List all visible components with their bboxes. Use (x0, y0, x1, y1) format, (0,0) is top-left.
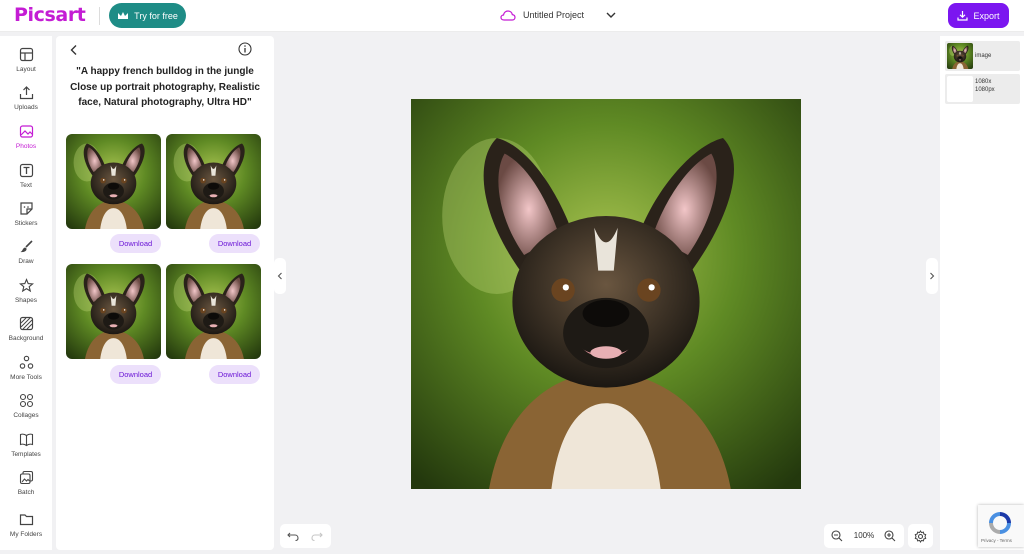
recaptcha-icon (989, 512, 1011, 534)
download-icon (957, 11, 969, 21)
tool-label: Photos (15, 143, 37, 150)
layer-thumbnail (947, 43, 973, 69)
star-icon (18, 278, 34, 293)
picsart-logo[interactable]: Picsart (14, 4, 86, 26)
layer-label: 1080x 1080px (975, 79, 995, 93)
brush-icon (20, 240, 33, 253)
expand-layers-button[interactable] (926, 258, 938, 294)
book-icon (19, 433, 33, 447)
tool-photos[interactable]: Photos (0, 122, 52, 158)
generated-image-thumbnail[interactable] (166, 264, 261, 359)
divider (99, 7, 100, 25)
try-for-free-button[interactable]: Try for free (109, 3, 186, 28)
settings-button[interactable] (908, 524, 933, 548)
layer-background[interactable]: 1080x 1080px (945, 74, 1020, 104)
chevron-left-icon (277, 272, 282, 280)
left-toolbar: Layout Uploads Photos Text Stickers Draw… (0, 36, 52, 550)
more-tools-icon (19, 355, 33, 369)
tool-collages[interactable]: Collages (0, 391, 52, 427)
french-bulldog-image (66, 264, 161, 359)
prompt-text: "A happy french bulldog in the jungle Cl… (70, 66, 260, 108)
generated-image-thumbnail[interactable] (66, 264, 161, 359)
tool-label: Templates (11, 451, 41, 458)
undo-icon[interactable] (287, 530, 299, 542)
chevron-right-icon (930, 272, 935, 280)
generated-image-thumbnail[interactable] (166, 134, 261, 229)
download-button[interactable]: Download (209, 234, 260, 253)
download-button[interactable]: Download (110, 234, 161, 253)
gear-icon (914, 530, 927, 543)
layer-thumbnail (947, 76, 973, 102)
project-title: Untitled Project (523, 10, 585, 20)
recaptcha-links[interactable]: Privacy - Terms (981, 538, 1012, 543)
export-button[interactable]: Export (948, 3, 1009, 28)
upload-icon (19, 86, 33, 100)
redo-icon[interactable] (311, 530, 323, 542)
tool-label: More Tools (10, 374, 42, 381)
text-icon (19, 163, 33, 178)
tool-my-folders[interactable]: My Folders (0, 510, 52, 546)
recaptcha-badge[interactable]: Privacy - Terms (978, 505, 1024, 547)
french-bulldog-image (66, 134, 161, 229)
generated-image-thumbnail[interactable] (66, 134, 161, 229)
top-bar: Picsart Try for free Untitled Project Ex… (0, 0, 1024, 32)
french-bulldog-image (411, 99, 801, 489)
chevron-down-icon (606, 12, 616, 18)
download-button[interactable]: Download (209, 365, 260, 384)
tool-label: Collages (13, 412, 39, 419)
info-icon[interactable] (238, 42, 252, 56)
layers-panel: image 1080x 1080px (940, 36, 1024, 550)
collage-icon (19, 393, 33, 408)
folder-icon (19, 514, 33, 526)
tool-templates[interactable]: Templates (0, 430, 52, 466)
back-arrow-icon[interactable] (68, 44, 80, 56)
tool-layout[interactable]: Layout (0, 45, 52, 81)
tool-background[interactable]: Background (0, 314, 52, 350)
layer-label: image (975, 53, 992, 59)
zoom-out-icon[interactable] (831, 530, 843, 542)
tool-label: Text (20, 182, 32, 189)
photo-icon (19, 125, 33, 138)
cloud-icon (500, 9, 516, 21)
layout-icon (19, 47, 33, 62)
undo-redo-controls (280, 524, 331, 548)
tool-label: Draw (18, 258, 34, 265)
tool-label: Uploads (14, 104, 38, 111)
tool-label: My Folders (9, 531, 43, 538)
zoom-level[interactable]: 100% (851, 531, 877, 540)
export-label: Export (973, 10, 1000, 21)
tool-label: Stickers (14, 220, 38, 227)
tool-shapes[interactable]: Shapes (0, 276, 52, 312)
sticker-icon (19, 202, 33, 215)
tool-more-tools[interactable]: More Tools (0, 353, 52, 389)
tool-label: Batch (17, 489, 35, 496)
french-bulldog-image (947, 43, 973, 69)
tool-label: Shapes (14, 297, 38, 304)
editor-canvas[interactable] (411, 99, 801, 489)
french-bulldog-image (166, 134, 261, 229)
download-button[interactable]: Download (110, 365, 161, 384)
photos-panel: "A happy french bulldog in the jungle Cl… (56, 36, 274, 550)
background-icon (19, 316, 33, 331)
layer-image[interactable]: image (945, 41, 1020, 71)
tool-stickers[interactable]: Stickers (0, 199, 52, 235)
tool-text[interactable]: Text (0, 161, 52, 197)
project-title-dropdown[interactable]: Untitled Project (500, 6, 617, 24)
zoom-controls: 100% (824, 524, 904, 548)
collapse-panel-button[interactable] (274, 258, 286, 294)
tool-batch[interactable]: Batch (0, 468, 52, 504)
tool-uploads[interactable]: Uploads (0, 83, 52, 119)
batch-icon (19, 470, 33, 485)
tool-draw[interactable]: Draw (0, 237, 52, 273)
tool-label: Layout (16, 66, 36, 73)
zoom-in-icon[interactable] (884, 530, 896, 542)
try-for-free-label: Try for free (134, 10, 178, 21)
tool-label: Background (8, 335, 44, 342)
french-bulldog-image (166, 264, 261, 359)
crown-icon (118, 11, 129, 19)
